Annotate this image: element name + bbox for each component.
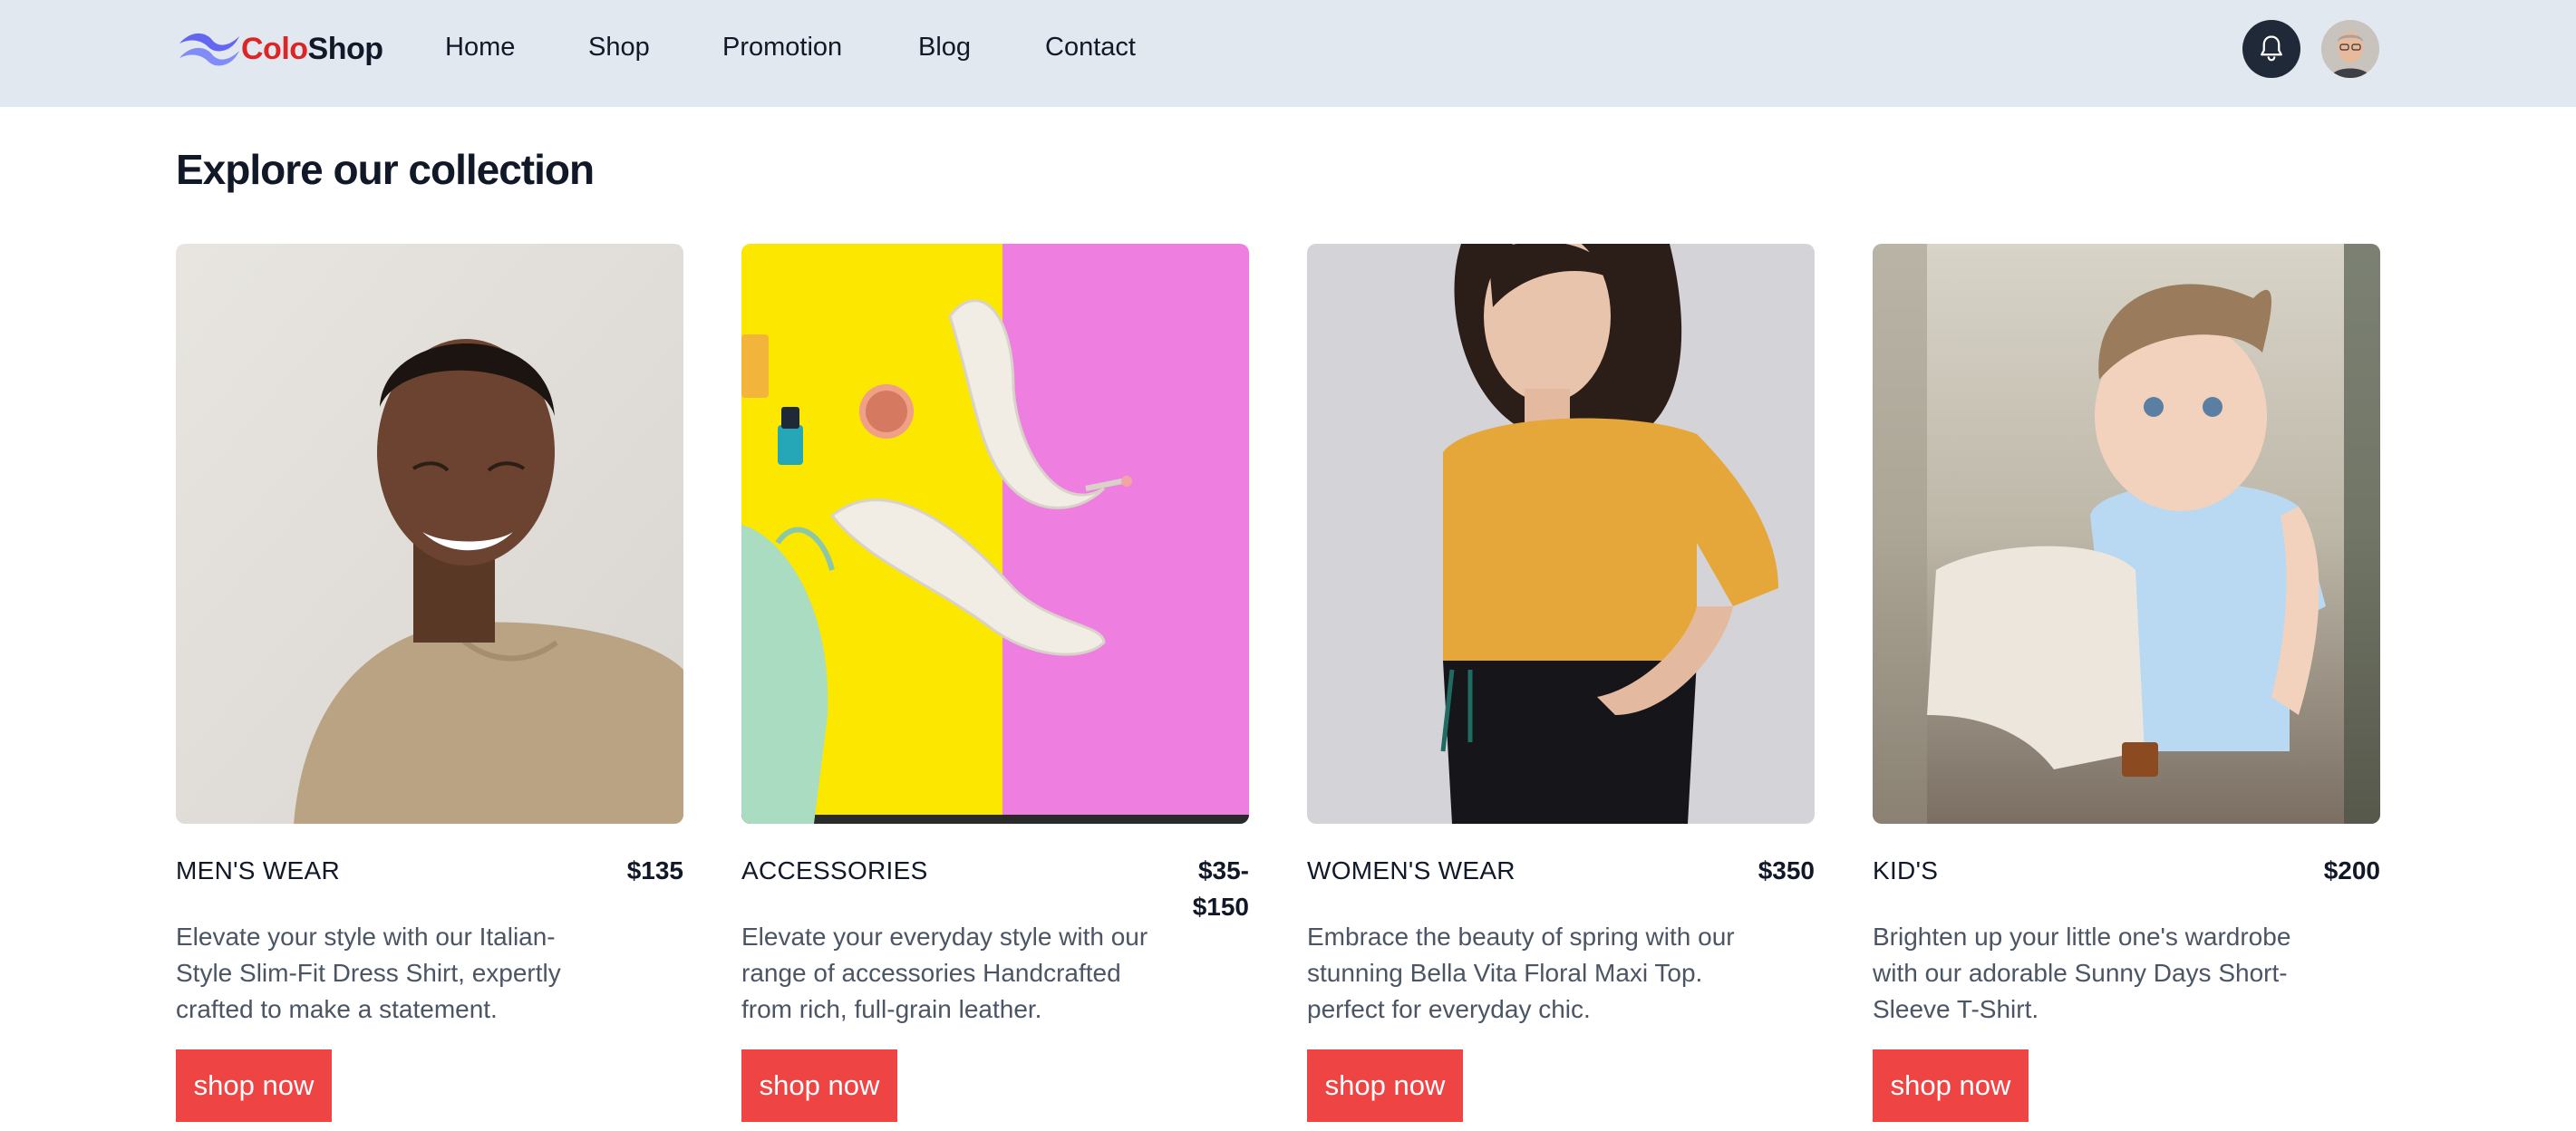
bell-icon	[2261, 35, 2282, 62]
brand-name-part1: Colo	[241, 31, 308, 66]
product-description: Brighten up your little one's wardrobe w…	[1873, 923, 2291, 1023]
nav-link-home[interactable]: Home	[445, 33, 515, 63]
product-card-mens-wear: MEN'S WEAR $135 Elevate your style with …	[176, 244, 683, 1122]
product-price: $200	[2323, 856, 2380, 884]
avatar-photo	[2321, 20, 2379, 78]
product-card-accessories: ACCESSORIES $35- $150 Elevate your every…	[741, 244, 1249, 1122]
product-category: MEN'S WEAR	[176, 856, 341, 884]
product-description: Elevate your style with our Italian-Styl…	[176, 923, 561, 1023]
notifications-button[interactable]	[2242, 20, 2300, 78]
product-category: KID'S	[1873, 856, 1939, 884]
product-image-womens-wear[interactable]	[1307, 244, 1815, 824]
mens-wear-photo	[176, 244, 683, 824]
product-description: Elevate your everyday style with our ran…	[741, 923, 1148, 1023]
shop-now-button-womens-wear[interactable]: shop now	[1307, 1049, 1463, 1122]
product-image-accessories[interactable]	[741, 244, 1249, 824]
nav-link-shop[interactable]: Shop	[588, 33, 650, 63]
page-title: Explore our collection	[176, 146, 595, 193]
product-image-kids[interactable]	[1873, 244, 2380, 824]
shop-now-button-mens-wear[interactable]: shop now	[176, 1049, 332, 1122]
nav-link-contact[interactable]: Contact	[1045, 33, 1136, 63]
product-description: Embrace the beauty of spring with our st…	[1307, 923, 1735, 1023]
product-price: $35- $150	[1192, 856, 1249, 921]
product-card-kids: KID'S $200 Brighten up your little one's…	[1873, 244, 2380, 1122]
user-avatar[interactable]	[2321, 20, 2379, 78]
nav-link-promotion[interactable]: Promotion	[722, 33, 842, 63]
product-price: $135	[626, 856, 683, 884]
brand-logo-link[interactable]: ColoShop	[176, 27, 383, 71]
womens-wear-photo	[1307, 244, 1815, 824]
product-price: $350	[1758, 856, 1815, 884]
accessories-photo	[741, 244, 1249, 824]
product-card-womens-wear: WOMEN'S WEAR $350 Embrace the beauty of …	[1307, 244, 1815, 1122]
nav-link-blog[interactable]: Blog	[918, 33, 971, 63]
shop-now-button-accessories[interactable]: shop now	[741, 1049, 897, 1122]
product-category: ACCESSORIES	[741, 856, 928, 884]
product-image-mens-wear[interactable]	[176, 244, 683, 824]
top-navbar: ColoShop Home Shop Promotion Blog Contac…	[0, 0, 2576, 107]
brand-name: ColoShop	[241, 32, 383, 67]
product-category: WOMEN'S WEAR	[1307, 856, 1516, 884]
shop-now-button-kids[interactable]: shop now	[1873, 1049, 2029, 1122]
kids-photo	[1873, 244, 2380, 824]
wave-logo-icon	[179, 33, 239, 66]
brand-name-part2: Shop	[307, 31, 383, 66]
